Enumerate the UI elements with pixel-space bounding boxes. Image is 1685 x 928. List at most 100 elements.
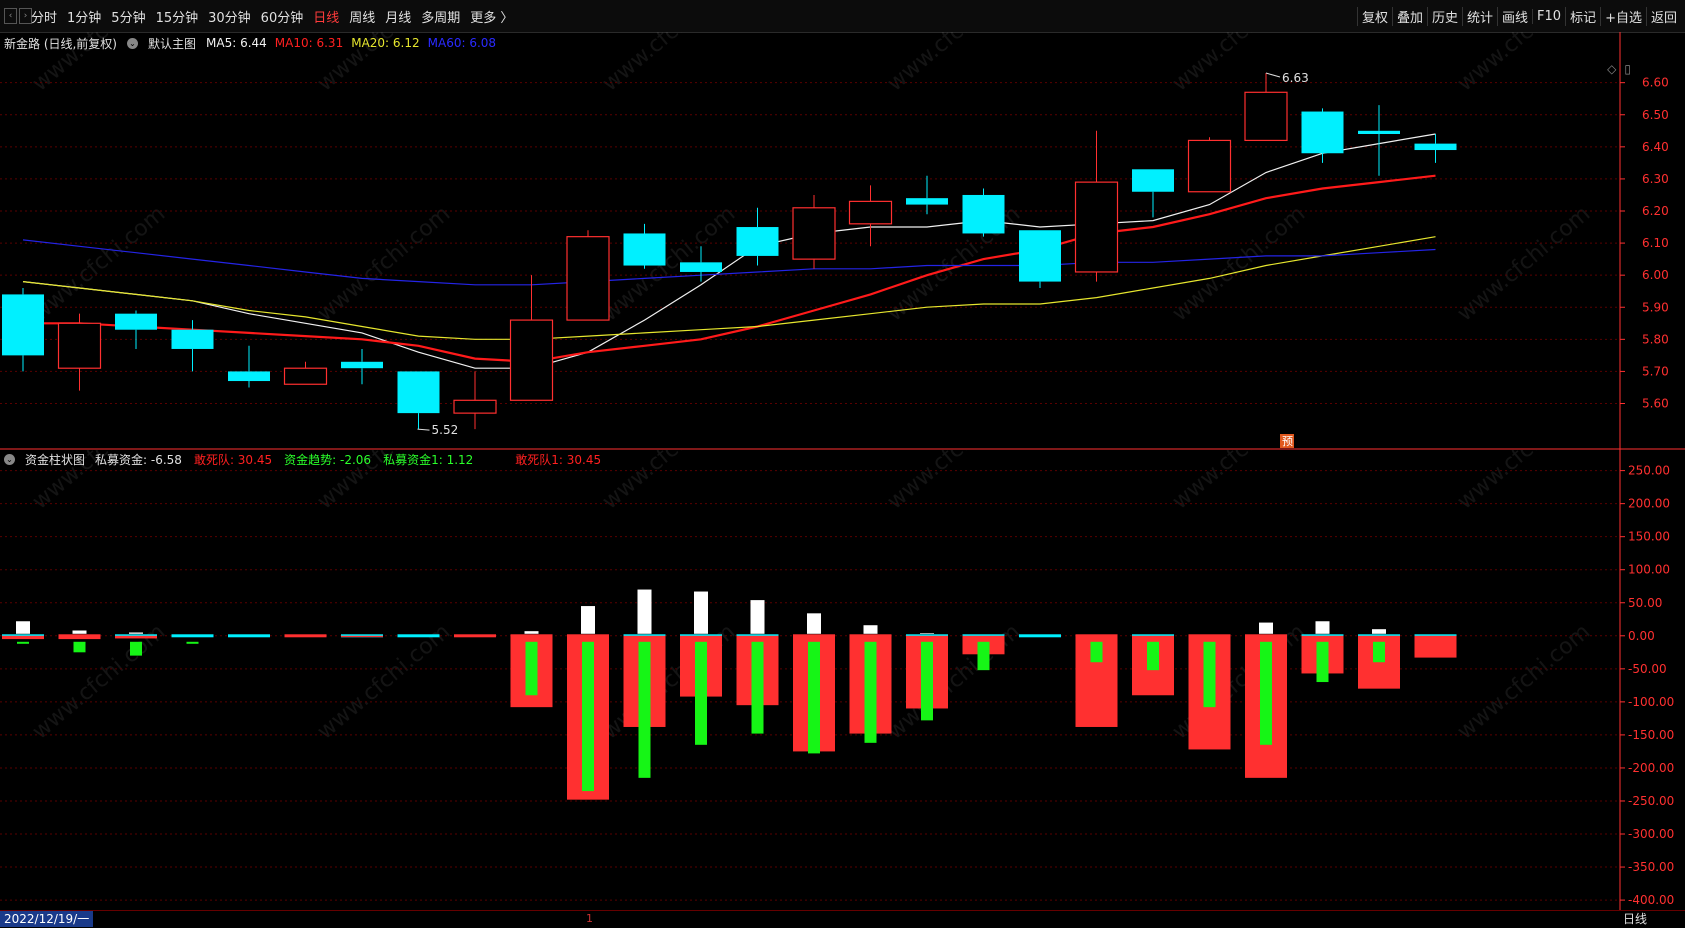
fund-bar-group[interactable] [510, 631, 553, 708]
fund-trend-bar [186, 641, 199, 644]
candle[interactable] [1414, 134, 1457, 163]
dare-squad-bar [129, 632, 143, 634]
watermark-text: www.cfchi.com [313, 619, 455, 744]
candle[interactable] [792, 194, 836, 269]
baseline-bar [397, 634, 440, 638]
candle[interactable] [453, 371, 497, 430]
candle[interactable] [397, 371, 440, 430]
fund-bar-group[interactable] [623, 589, 666, 778]
tab-period-3[interactable]: 15分钟 [151, 7, 204, 26]
fund-bar-group[interactable] [58, 630, 101, 653]
fund-bar-group[interactable] [1358, 629, 1400, 689]
candle-body-down [397, 371, 440, 414]
tab-period-1[interactable]: 1分钟 [62, 7, 106, 26]
tab-period-4[interactable]: 30分钟 [203, 7, 256, 26]
tab-period-5[interactable]: 60分钟 [256, 7, 309, 26]
template-name[interactable]: 默认主图 [148, 35, 196, 52]
tab-period-10[interactable]: 更多 〉 [465, 7, 518, 26]
fund-bar-group[interactable] [849, 625, 892, 743]
fund-bar-group[interactable] [736, 600, 779, 734]
indicator-legend-item: 资金趋势: -2.06 [284, 452, 372, 467]
candle[interactable] [906, 175, 948, 215]
y-tick-label: 6.10 [1642, 236, 1669, 250]
candle[interactable] [1132, 169, 1174, 218]
diamond-icon[interactable]: ◇ [1607, 62, 1616, 76]
candle[interactable] [341, 348, 383, 385]
y-tick-label: -200.00 [1628, 761, 1674, 775]
tab-period-0[interactable]: 分时 [26, 7, 62, 26]
toolbar-button-2[interactable]: 历史 [1426, 6, 1462, 26]
fund-bar-group[interactable] [397, 634, 440, 638]
indicator-name[interactable]: 资金柱状图 [25, 451, 85, 468]
candle[interactable] [283, 361, 328, 385]
tab-period-9[interactable]: 多周期 [416, 7, 465, 26]
fund-bar-chart[interactable]: www.cfchi.com www.cfchi.com www.cfchi.com w… [0, 389, 1685, 910]
watermark-text: www.cfchi.com [598, 450, 740, 515]
stock-title[interactable]: 新金路 (日线,前复权) [4, 35, 117, 52]
candlestick-chart[interactable]: www.cfchi.com www.cfchi.com www.cfchi.com w… [0, 0, 1685, 450]
fund-bar-group[interactable] [2, 621, 44, 644]
fund-bar-group[interactable] [284, 634, 327, 638]
candle[interactable] [228, 345, 270, 388]
candle[interactable] [115, 310, 157, 349]
toolbar-button-0[interactable]: 复权 [1356, 6, 1392, 26]
baseline-bar [1019, 634, 1061, 638]
toolbar-button-8[interactable]: 返回 [1645, 6, 1681, 26]
toolbar-button-6[interactable]: 标记 [1565, 6, 1600, 26]
candle[interactable] [1019, 230, 1061, 288]
window-icon[interactable]: ▯ [1624, 62, 1631, 76]
candle-body-down [2, 294, 44, 356]
fund-bar-group[interactable] [906, 633, 948, 721]
candle[interactable] [1301, 108, 1344, 163]
fund-bar-group[interactable] [680, 591, 722, 745]
fund-bar-group[interactable] [454, 634, 496, 638]
candle[interactable] [962, 188, 1005, 237]
candle[interactable] [57, 313, 102, 391]
toolbar-button-5[interactable]: F10 [1532, 8, 1565, 24]
template-dropdown-icon[interactable]: ⌄ [127, 37, 138, 49]
dare-squad-bar [1372, 629, 1386, 634]
fund-bar-group[interactable] [567, 606, 609, 800]
candle[interactable] [566, 230, 610, 321]
corner-tools: ◇ ▯ [1607, 62, 1631, 76]
fund-bar-group[interactable] [1188, 634, 1231, 750]
private-fund-bar [58, 635, 101, 640]
y-tick-label: -250.00 [1628, 794, 1674, 808]
candle-body-down [228, 371, 270, 382]
nav-back-icon[interactable]: ‹ [4, 8, 17, 24]
fund-trend-bar [751, 641, 764, 734]
candle[interactable] [509, 275, 554, 401]
fund-bar-group[interactable] [793, 613, 835, 754]
dare-squad-bar [1315, 621, 1330, 634]
candle[interactable] [1358, 105, 1400, 176]
fund-bar-group[interactable] [1075, 634, 1118, 727]
candle[interactable] [1187, 137, 1232, 193]
indicator-dropdown-icon[interactable]: ⌄ [4, 453, 15, 465]
fund-bar-group[interactable] [228, 634, 270, 638]
fund-bar-group[interactable] [171, 634, 214, 644]
tab-period-2[interactable]: 5分钟 [106, 7, 150, 26]
fund-bar-group[interactable] [1245, 622, 1287, 778]
high-pointer [1265, 72, 1281, 78]
toolbar-button-4[interactable]: 画线 [1497, 6, 1532, 26]
fund-bar-group[interactable] [1132, 634, 1174, 696]
candle[interactable] [2, 288, 44, 372]
candle[interactable] [1074, 130, 1119, 282]
fund-bar-group[interactable] [1414, 634, 1457, 658]
toolbar-button-3[interactable]: 统计 [1462, 6, 1497, 26]
fund-bar-group[interactable] [341, 634, 383, 638]
tab-period-6[interactable]: 日线 [308, 7, 344, 26]
y-tick-label: 6.40 [1642, 140, 1669, 154]
candle-body-up [848, 200, 893, 225]
candle[interactable] [848, 185, 893, 247]
bottom-bar: 2022/12/19/一 1 日线 [0, 910, 1685, 928]
fund-bar-group[interactable] [1019, 634, 1061, 638]
tab-period-8[interactable]: 月线 [380, 7, 416, 26]
tab-period-7[interactable]: 周线 [344, 7, 380, 26]
candle[interactable] [623, 223, 666, 269]
toolbar-button-7[interactable]: +自选 [1600, 6, 1646, 26]
fund-bar-group[interactable] [1301, 621, 1344, 683]
toolbar-button-1[interactable]: 叠加 [1391, 6, 1427, 26]
right-toolbar: 复权 叠加 历史 统计 画线 F10 标记 +自选 返回 [1356, 0, 1681, 32]
period-label[interactable]: 日线 [1623, 911, 1647, 927]
